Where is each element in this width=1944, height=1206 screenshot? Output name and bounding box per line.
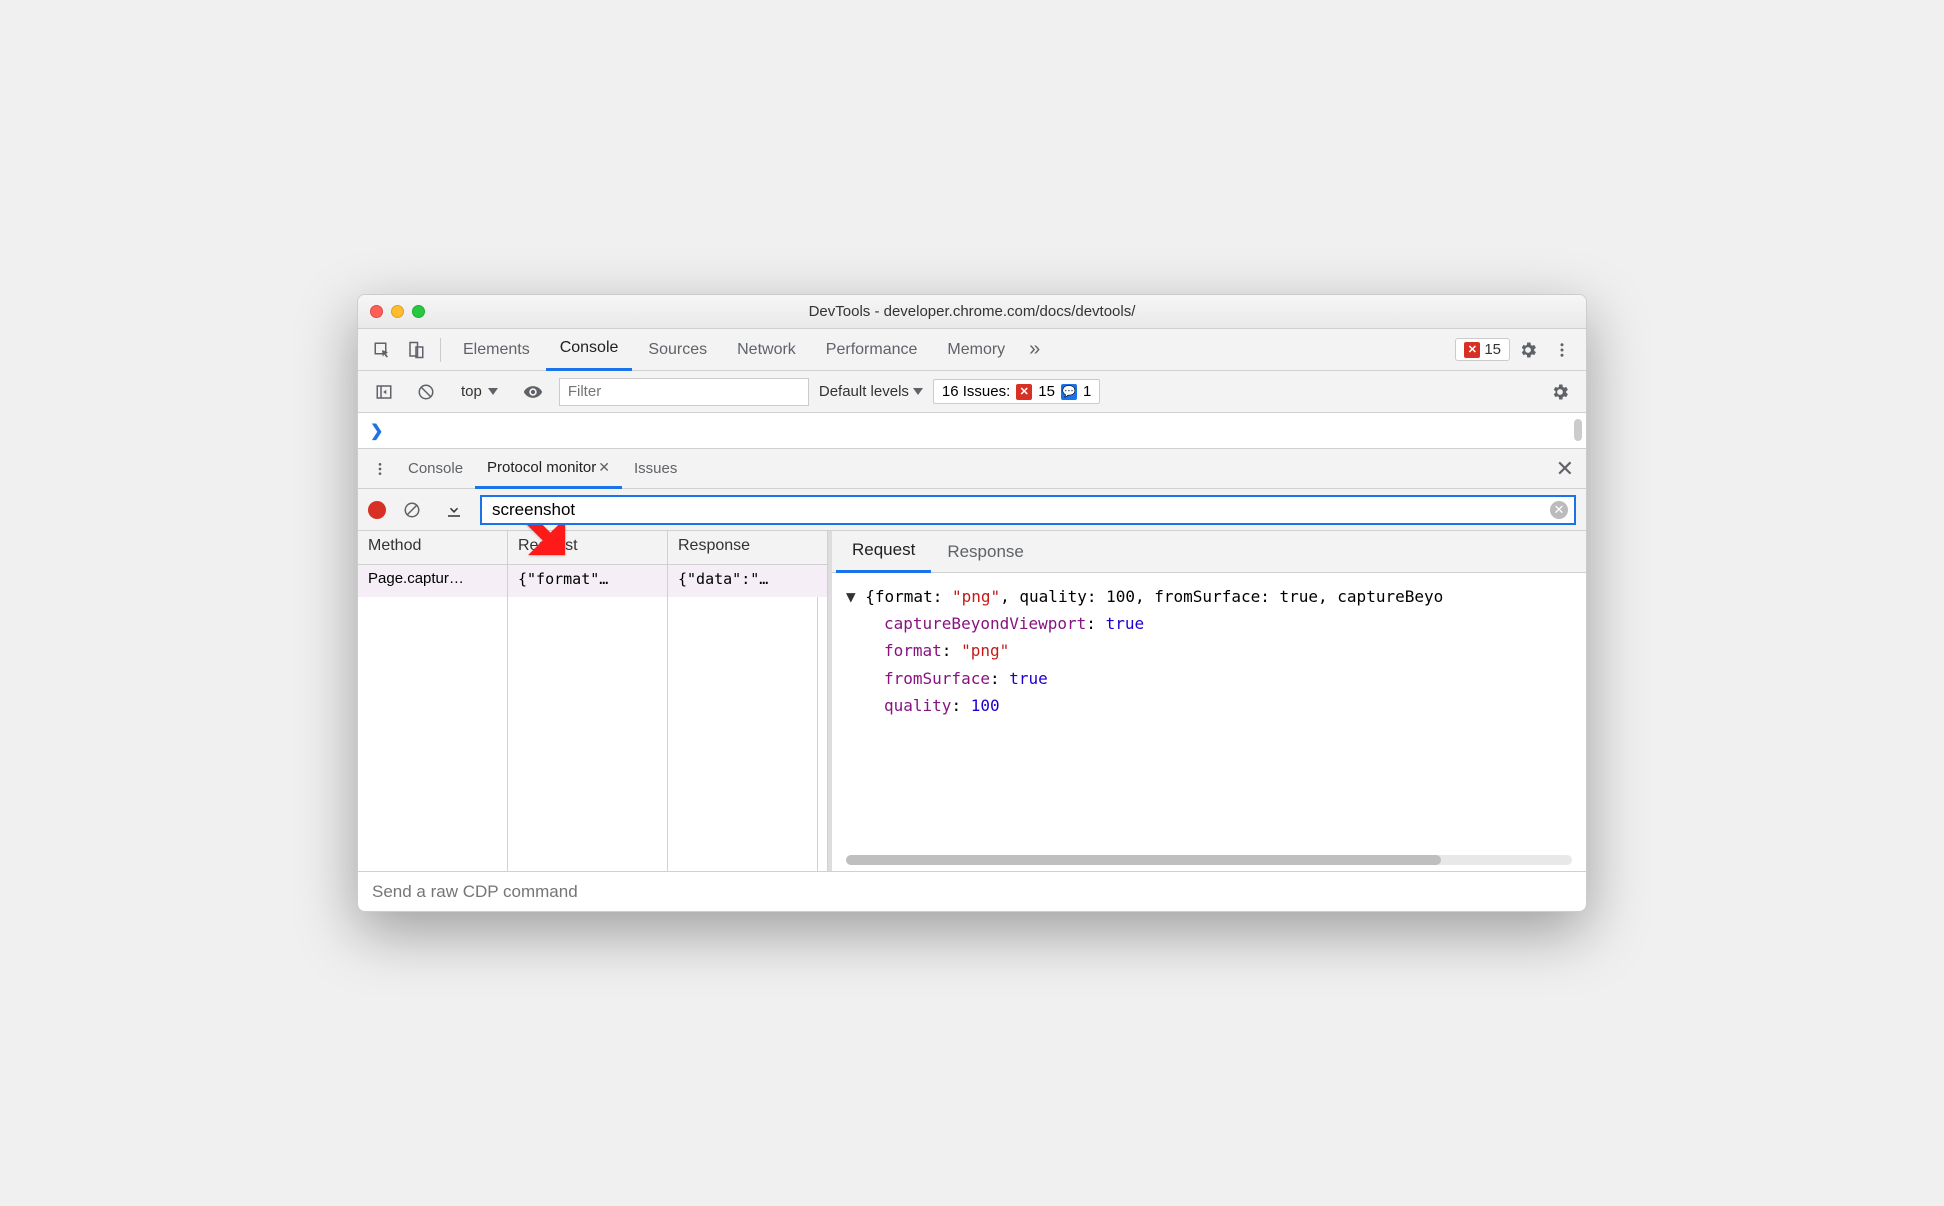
error-x-icon: ✕ — [1464, 342, 1480, 358]
close-tab-icon[interactable]: ✕ — [598, 459, 610, 476]
divider — [440, 338, 441, 362]
drawer-tab-strip: Console Protocol monitor ✕ Issues ✕ — [358, 449, 1586, 489]
protocol-log-table: Method Request Response Page.captur… {"f… — [358, 531, 828, 871]
titlebar: DevTools - developer.chrome.com/docs/dev… — [358, 295, 1586, 329]
drawer-tab-protocol-monitor[interactable]: Protocol monitor ✕ — [475, 449, 622, 489]
protocol-monitor-toolbar: ✕ — [358, 489, 1586, 531]
drawer-tab-console[interactable]: Console — [396, 449, 475, 489]
clear-console-icon[interactable] — [410, 376, 442, 408]
json-summary-rest: , quality: 100, fromSurface: true, captu… — [1000, 587, 1443, 606]
issues-msg-count: 1 — [1083, 383, 1091, 400]
device-toolbar-icon[interactable] — [400, 334, 432, 366]
horizontal-scrollbar[interactable] — [846, 855, 1572, 865]
kebab-menu-icon[interactable] — [1546, 334, 1578, 366]
drawer-tab-issues[interactable]: Issues — [622, 449, 689, 489]
scrollbar-thumb[interactable] — [1574, 419, 1582, 441]
settings-gear-icon[interactable] — [1512, 334, 1544, 366]
json-format-val: "png" — [952, 587, 1000, 606]
record-button[interactable] — [368, 501, 386, 519]
json-val: true — [1106, 614, 1145, 633]
json-key: captureBeyondViewport — [884, 614, 1086, 633]
error-count-badge[interactable]: ✕ 15 — [1455, 338, 1510, 361]
protocol-filter-input-wrap: ✕ — [480, 495, 1576, 525]
toggle-sidebar-icon[interactable] — [368, 376, 400, 408]
levels-label: Default levels — [819, 383, 909, 400]
error-count: 15 — [1484, 341, 1501, 358]
tab-console[interactable]: Console — [546, 329, 633, 371]
issues-error-count: 15 — [1038, 383, 1055, 400]
detail-tab-request[interactable]: Request — [836, 531, 931, 573]
close-drawer-icon[interactable]: ✕ — [1556, 456, 1574, 482]
request-json-viewer[interactable]: ▼ {format: "png", quality: 100, fromSurf… — [832, 573, 1586, 871]
chevron-down-icon — [913, 388, 923, 395]
devtools-window: DevTools - developer.chrome.com/docs/dev… — [357, 294, 1587, 912]
json-val: "png" — [961, 641, 1009, 660]
console-filter-input[interactable] — [559, 378, 809, 406]
cdp-command-bar — [358, 871, 1586, 911]
scrollbar-thumb[interactable] — [846, 855, 1441, 865]
console-toolbar: top Default levels 16 Issues: ✕ 15 💬 1 — [358, 371, 1586, 413]
main-tab-strip: Elements Console Sources Network Perform… — [358, 329, 1586, 371]
col-method[interactable]: Method — [358, 531, 508, 564]
tab-elements[interactable]: Elements — [449, 329, 544, 371]
table-row[interactable]: Page.captur… {"format"… {"data":"… — [358, 565, 827, 597]
json-key: quality — [884, 696, 951, 715]
protocol-monitor-body: Method Request Response Page.captur… {"f… — [358, 531, 1586, 871]
protocol-filter-input[interactable] — [492, 500, 1564, 520]
protocol-detail-pane: Request Response ▼ {format: "png", quali… — [828, 531, 1586, 871]
tabs-overflow-button[interactable]: » — [1021, 329, 1048, 371]
context-selector[interactable]: top — [452, 379, 507, 404]
prompt-chevron-icon: ❯ — [370, 421, 383, 441]
json-val: true — [1009, 669, 1048, 688]
cell-response: {"data":"… — [668, 565, 827, 597]
message-icon: 💬 — [1061, 384, 1077, 400]
clear-filter-icon[interactable]: ✕ — [1550, 501, 1568, 519]
console-settings-gear-icon[interactable] — [1544, 376, 1576, 408]
tab-memory[interactable]: Memory — [933, 329, 1019, 371]
console-prompt[interactable]: ❯ — [358, 413, 1586, 449]
context-label: top — [461, 383, 482, 400]
col-response[interactable]: Response — [668, 531, 827, 564]
json-key: fromSurface — [884, 669, 990, 688]
chevron-down-icon — [488, 388, 498, 395]
expand-triangle-icon[interactable]: ▼ — [846, 587, 865, 606]
save-download-icon[interactable] — [438, 494, 470, 526]
clear-log-icon[interactable] — [396, 494, 428, 526]
tab-sources[interactable]: Sources — [634, 329, 721, 371]
inspect-element-icon[interactable] — [366, 334, 398, 366]
live-expression-eye-icon[interactable] — [517, 376, 549, 408]
json-summary-prefix: {format: — [865, 587, 952, 606]
tab-network[interactable]: Network — [723, 329, 810, 371]
cell-method: Page.captur… — [358, 565, 508, 597]
detail-tab-strip: Request Response — [832, 531, 1586, 573]
table-header: Method Request Response — [358, 531, 827, 565]
issues-counter[interactable]: 16 Issues: ✕ 15 💬 1 — [933, 379, 1100, 404]
col-request[interactable]: Request — [508, 531, 668, 564]
cdp-command-input[interactable] — [372, 882, 1572, 902]
json-val: 100 — [971, 696, 1000, 715]
drawer-kebab-icon[interactable] — [364, 453, 396, 485]
error-x-icon: ✕ — [1016, 384, 1032, 400]
issues-label: 16 Issues: — [942, 383, 1010, 400]
tab-performance[interactable]: Performance — [812, 329, 932, 371]
log-levels-selector[interactable]: Default levels — [819, 383, 923, 400]
drawer-tab-label: Protocol monitor — [487, 459, 596, 476]
cell-request: {"format"… — [508, 565, 668, 597]
detail-tab-response[interactable]: Response — [931, 531, 1040, 573]
json-key: format — [884, 641, 942, 660]
table-empty-area — [358, 597, 827, 871]
window-title: DevTools - developer.chrome.com/docs/dev… — [358, 303, 1586, 320]
